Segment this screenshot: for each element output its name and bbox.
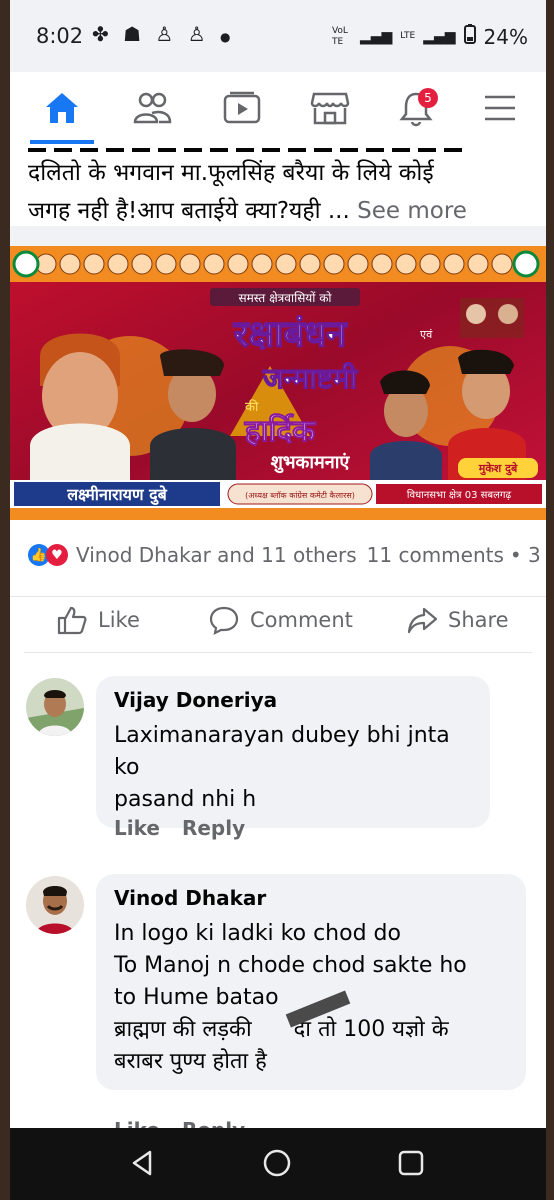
home-button[interactable]	[262, 1148, 292, 1182]
battery-icon	[463, 24, 476, 49]
lte-label: LTE	[400, 31, 416, 41]
poster-shubhkamnaye: शुभकामनाएं	[271, 452, 351, 474]
love-reaction-icon: ♥	[46, 544, 68, 566]
back-button[interactable]	[128, 1148, 158, 1182]
battery-percent: 24%	[483, 24, 528, 49]
poster-title-janmashtami: जन्माष्टमी	[262, 362, 359, 395]
poster-name-left: लक्ष्मीनारायण दुबे	[66, 485, 167, 505]
cut-off-line	[28, 146, 538, 154]
marketplace-tab[interactable]	[302, 82, 358, 134]
volte-label: VoLTE	[331, 25, 348, 47]
divider	[24, 652, 532, 653]
comment-like-link[interactable]: Like	[114, 816, 160, 840]
status-right: VoLTE ▂▄▆ LTE ▂▄▆ 24%	[332, 24, 528, 49]
post-image[interactable]: समस्त क्षेत्रवासियों को रक्षाबंधन एवं जन…	[10, 246, 546, 520]
watch-tab[interactable]	[214, 82, 270, 134]
recents-button[interactable]	[396, 1148, 426, 1182]
poster-graphic: समस्त क्षेत्रवासियों को रक्षाबंधन एवं जन…	[10, 246, 546, 520]
post-text: दलितो के भगवान मा.फूलसिंह बरैया के लिये …	[28, 146, 538, 230]
comment-reply-link[interactable]: Reply	[182, 816, 245, 840]
reactions-summary[interactable]: 👍 ♥ Vinod Dhakar and 11 others 11 commen…	[28, 540, 546, 570]
home-icon	[46, 93, 78, 123]
status-notification-icons: ✤ ☗ ♙ ♙ ●	[92, 22, 235, 46]
notification-badge: 5	[418, 88, 438, 108]
recents-icon	[398, 1150, 424, 1176]
poster-hardik: हार्दिक	[244, 413, 316, 449]
like-label: Like	[98, 608, 140, 632]
poster-footer-mid: (अध्यक्ष ब्लॉक कांग्रेस कमेटी कैलारस)	[245, 490, 355, 500]
dot-icon: ●	[220, 30, 235, 44]
menu-tab[interactable]	[472, 82, 528, 134]
app-icon: ☗	[123, 22, 146, 46]
see-more-link[interactable]: See more	[357, 198, 467, 224]
like-button[interactable]: Like	[56, 605, 140, 635]
poster-conjunction: एवं	[420, 328, 433, 341]
status-bar: 8:02 ✤ ☗ ♙ ♙ ● VoLTE ▂▄▆ LTE ▂▄▆ 24%	[10, 0, 546, 72]
post-text-line: दलितो के भगवान मा.फूलसिंह बरैया के लिये …	[28, 160, 434, 186]
facebook-tab-bar: 5	[10, 72, 546, 146]
comment-text-line: Laximanarayan dubey bhi jnta ko	[114, 723, 450, 780]
friends-icon	[133, 92, 172, 124]
comment-author[interactable]: Vijay Doneriya	[114, 688, 472, 712]
share-button[interactable]: Share	[406, 605, 509, 635]
comment-actions: Like Reply	[114, 816, 245, 840]
reactions-text: Vinod Dhakar and 11 others	[76, 543, 357, 567]
active-tab-indicator	[30, 140, 94, 144]
comment-label: Comment	[250, 608, 353, 632]
share-icon	[407, 607, 438, 634]
comment-button[interactable]: Comment	[208, 605, 353, 635]
home-tab[interactable]	[34, 82, 90, 134]
person-icon: ♙	[187, 22, 210, 46]
shares-count[interactable]: • 3 s	[510, 543, 546, 567]
pinwheel-icon: ✤	[92, 22, 113, 46]
signal-icon: ▂▄▆	[423, 28, 456, 45]
phone-screen: 8:02 ✤ ☗ ♙ ♙ ● VoLTE ▂▄▆ LTE ▂▄▆ 24% 5 द…	[10, 0, 546, 1200]
comment-author[interactable]: Vinod Dhakar	[114, 886, 508, 910]
poster-title-rakshabandhan: रक्षाबंधन	[233, 314, 349, 355]
comments-count[interactable]: 11 comments	[367, 543, 504, 567]
post-separator	[10, 226, 546, 246]
system-navigation-bar	[10, 1128, 546, 1200]
back-icon	[132, 1150, 152, 1176]
comment-icon	[209, 606, 239, 635]
watch-icon	[223, 91, 261, 124]
poster-ki: की	[245, 399, 259, 415]
comment-text-line: In logo ki ladki ko chod do	[114, 921, 401, 946]
marketplace-icon	[310, 92, 350, 125]
comment-bubble: Vijay Doneriya Laximanarayan dubey bhi j…	[96, 676, 490, 828]
post-text-segment: जगह नही है!आप बताईये क्या?यही ...	[28, 198, 350, 224]
person-icon: ♙	[155, 22, 178, 46]
comment-text-line: To Manoj n chode chod sakte ho	[114, 953, 467, 978]
menu-icon	[485, 95, 515, 121]
avatar[interactable]	[26, 678, 84, 736]
post-text-line: जगह नही है!आप बताईये क्या?यही ... See mo…	[28, 192, 538, 230]
notifications-tab[interactable]: 5	[388, 82, 444, 134]
signal-icon: ▂▄▆	[359, 28, 393, 45]
poster-footer-right: विधानसभा क्षेत्र 03 सबलगढ़	[407, 489, 512, 501]
status-time: 8:02	[36, 24, 84, 48]
share-label: Share	[448, 608, 509, 632]
comment-text-line: बराबर पुण्य होता है	[114, 1049, 267, 1074]
friends-tab[interactable]	[124, 82, 180, 134]
poster-name-right: मुकेश दुबे	[478, 461, 518, 476]
comment-text-line: pasand nhi h	[114, 787, 257, 812]
post-actions: Like Comment Share	[10, 596, 546, 649]
comment-bubble: Vinod Dhakar In logo ki ladki ko chod do…	[96, 874, 526, 1090]
home-circle-icon	[263, 1149, 291, 1177]
poster-top-banner: समस्त क्षेत्रवासियों को	[238, 291, 332, 305]
avatar[interactable]	[26, 876, 84, 934]
thumbs-up-icon	[57, 606, 87, 635]
